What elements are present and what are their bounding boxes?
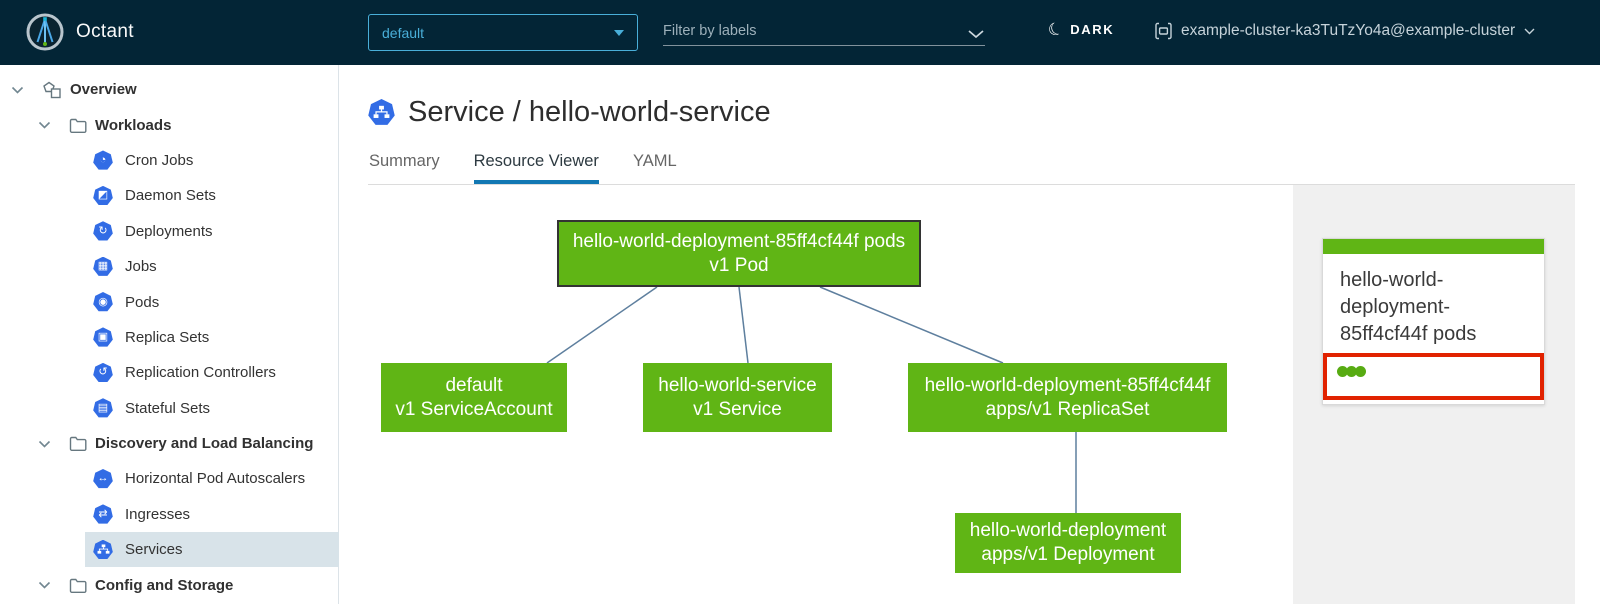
node-sublabel: v1 Service [693,398,782,420]
sidebar-item-services[interactable]: Services [85,532,339,568]
sidebar-item-label: Deployments [125,222,213,240]
theme-toggle-label: DARK [1070,22,1115,37]
sidebar-item-label: Discovery and Load Balancing [95,435,314,453]
namespace-value: default [382,24,425,41]
octant-logo-icon [26,13,64,51]
cluster-context-label: example-cluster-ka3TuTzYo4a@example-clus… [1181,22,1516,39]
node-label: hello-world-deployment [969,520,1167,541]
graph-node-service[interactable]: hello-world-service v1 Service [643,363,832,432]
label-filter [663,16,985,46]
annotation-highlight-box [1323,353,1544,400]
sidebar-item-label: Jobs [125,258,157,276]
card-status-bar [1323,239,1544,254]
chevron-down-icon [614,29,624,36]
pod-status-dot [1355,366,1366,377]
node-sublabel: v1 ServiceAccount [395,398,553,420]
cluster-context-selector[interactable]: example-cluster-ka3TuTzYo4a@example-clus… [1155,22,1535,40]
navigation-sidebar: Overview Workloads ◔ Cron Jobs ◩ Daemon … [0,65,339,604]
card-title: hello-world-deployment-85ff4cf44f pods [1340,269,1477,345]
node-sublabel: apps/v1 ReplicaSet [985,398,1150,420]
folder-icon [69,578,87,593]
replica-sets-icon: ▣ [93,327,113,347]
graph-node-serviceaccount[interactable]: default v1 ServiceAccount [381,363,567,432]
app-title: Octant [76,21,134,42]
sidebar-item-jobs[interactable]: ▦ Jobs [85,249,339,284]
sidebar-item-label: Config and Storage [95,576,234,594]
chevron-down-icon[interactable] [967,29,985,39]
sidebar-group-discovery-and-load-balancing[interactable]: Discovery and Load Balancing [0,426,338,461]
hpa-icon: ↔ [93,468,113,489]
ingresses-icon: ⇄ [93,504,113,524]
node-label: default [445,374,503,396]
sidebar-item-label: Daemon Sets [125,187,216,205]
graph-node-deployment[interactable]: hello-world-deployment apps/v1 Deploymen… [955,513,1181,573]
theme-toggle-button[interactable]: ☾ DARK [1044,17,1115,42]
graph-node-pod[interactable]: hello-world-deployment-85ff4cf44f pods v… [557,220,921,287]
sidebar-item-horizontal-pod-autoscalers[interactable]: ↔ Horizontal Pod Autoscalers [85,461,339,496]
node-label: hello-world-deployment-85ff4cf44f [924,374,1211,396]
sidebar-item-label: Ingresses [125,505,191,523]
sidebar-item-label: Pods [125,293,160,311]
sidebar-group-workloads[interactable]: Workloads [0,107,338,142]
chevron-down-icon[interactable] [37,440,51,448]
app-header: Octant default ☾ DARK example-cluster-ka… [0,0,1600,65]
sidebar-item-label: Services [125,541,183,559]
node-label: hello-world-deployment-85ff4cf44f pods [572,230,906,252]
detail-side-panel: hello-world-deployment-85ff4cf44f pods [1293,185,1575,604]
sidebar-group-config-and-storage[interactable]: Config and Storage [0,567,338,602]
sidebar-item-replica-sets[interactable]: ▣ Replica Sets [85,320,339,355]
deployments-icon: ↻ [93,221,113,241]
sidebar-item-ingresses[interactable]: ⇄ Ingresses [85,497,339,532]
sidebar-item-daemon-sets[interactable]: ◩ Daemon Sets [85,178,339,213]
sidebar-item-label: Workloads [95,116,172,134]
namespace-dropdown[interactable]: default [368,14,638,51]
replication-controllers-icon: ↺ [93,362,113,383]
selected-object-card: hello-world-deployment-85ff4cf44f pods [1322,238,1545,405]
node-sublabel: v1 Pod [709,254,769,276]
folder-icon [69,118,87,133]
sidebar-item-label: Horizontal Pod Autoscalers [125,470,306,488]
moon-icon: ☾ [1044,17,1067,42]
folder-icon [69,436,87,452]
sidebar-item-pods[interactable]: ◉ Pods [85,284,339,319]
pods-icon: ◉ [93,292,113,312]
cluster-icon [1155,22,1172,40]
chevron-down-icon[interactable] [37,581,51,589]
sidebar-item-label: Overview [70,81,137,99]
sidebar-item-label: Cron Jobs [125,151,194,169]
sidebar-item-label: Replica Sets [125,328,210,346]
chevron-down-icon[interactable] [37,121,51,129]
sidebar-item-deployments[interactable]: ↻ Deployments [85,214,339,249]
chevron-down-icon [1524,28,1535,35]
stateful-sets-icon: ▤ [93,398,113,418]
sidebar-item-label: Stateful Sets [125,399,211,417]
chevron-down-icon[interactable] [10,86,24,94]
sidebar-item-label: Replication Controllers [125,364,276,382]
daemon-sets-icon: ◩ [93,185,113,206]
sidebar-item-stateful-sets[interactable]: ▤ Stateful Sets [85,391,339,426]
services-icon [93,539,113,559]
sidebar-item-overview[interactable]: Overview [0,72,338,107]
node-label: hello-world-service [658,374,817,396]
jobs-icon: ▦ [93,256,113,276]
cron-jobs-icon: ◔ [93,150,113,170]
sidebar-item-replication-controllers[interactable]: ↺ Replication Controllers [85,355,339,390]
sidebar-item-cron-jobs[interactable]: ◔ Cron Jobs [85,143,339,178]
graph-node-replicaset[interactable]: hello-world-deployment-85ff4cf44f apps/v… [908,363,1227,432]
label-filter-input[interactable] [663,23,967,39]
overview-icon [42,81,62,99]
pod-status-dots [1337,366,1366,377]
main-content: Service / hello-world-service Summary Re… [340,65,1600,604]
node-sublabel: apps/v1 Deployment [981,544,1155,565]
